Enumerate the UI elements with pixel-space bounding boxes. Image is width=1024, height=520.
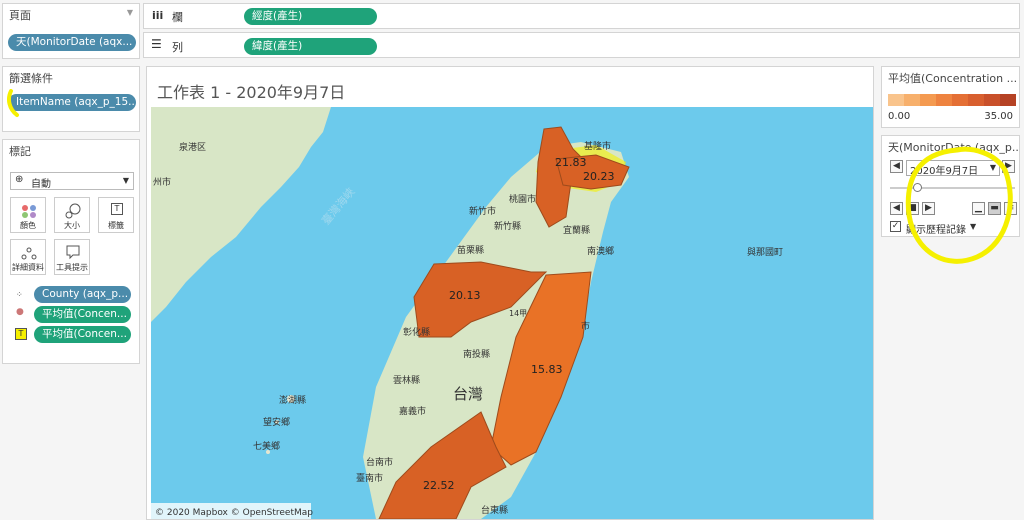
latitude-pill[interactable]: 緯度(產生)	[244, 38, 377, 55]
place-taoyuan: 桃園市	[509, 193, 536, 205]
place-hsinchu-county: 新竹縣	[494, 220, 521, 232]
color-field-icon: ●	[16, 307, 24, 317]
place-city: 市	[581, 320, 590, 332]
tooltip-button-label: 工具提示	[56, 263, 88, 272]
value-hualien: 15.83	[531, 363, 563, 376]
value-kaohsiung: 22.52	[423, 479, 455, 492]
label-button-label: 標籤	[108, 221, 124, 230]
detail-field-icon: ⁘	[16, 290, 23, 299]
filters-panel: 篩選條件 ItemName (aqx_p_15...	[2, 66, 140, 132]
detail-icon	[21, 247, 37, 260]
value-keelung: 20.23	[583, 170, 615, 183]
chevron-down-icon[interactable]: ▼	[127, 8, 133, 17]
color-button-label: 顏色	[20, 221, 36, 230]
map-attribution[interactable]: © 2020 Mapbox © OpenStreetMap	[155, 508, 313, 518]
marks-panel-title: 標記	[9, 145, 31, 158]
mark-type-dropdown[interactable]: ⊕ 自動 ▼	[10, 172, 134, 190]
columns-icon: iii	[152, 9, 164, 22]
place-taitung: 台東縣	[481, 504, 508, 516]
place-yilan: 宜蘭縣	[563, 224, 590, 236]
text-icon: T	[111, 203, 123, 215]
map-mark-icon: ⊕	[15, 174, 24, 185]
legend-max: 35.00	[984, 111, 1013, 122]
place-keelung: 基隆市	[584, 140, 611, 152]
rows-shelf-label: 列	[172, 41, 183, 54]
rows-shelf[interactable]: ☰ 列 緯度(產生)	[143, 32, 1020, 58]
tooltip-icon	[66, 245, 80, 260]
columns-shelf-label: 欄	[172, 11, 183, 24]
place-wangan: 望安鄉	[263, 416, 290, 428]
color-icon	[22, 205, 36, 218]
legend-title: 平均值(Concentration ...	[888, 72, 1018, 85]
rows-icon: ☰	[151, 37, 162, 51]
annotation-circle	[905, 146, 1013, 264]
value-newtaipei: 21.83	[555, 156, 587, 169]
worksheet: 工作表 1 - 2020年9月7日 台灣 臺灣海峽 基隆市 桃園市 新竹市 新竹…	[146, 66, 874, 520]
pages-panel: 頁面 ▼ 天(MonitorDate (aqx...	[2, 3, 140, 59]
concentration-color-pill[interactable]: 平均值(Concen...	[34, 306, 131, 323]
place-quangang: 泉港区	[179, 141, 206, 153]
place-zhou-city: 州市	[153, 176, 171, 188]
county-field-pill[interactable]: County (aqx_p...	[34, 286, 131, 303]
place-penghu: 澎湖縣	[279, 394, 306, 406]
place-chiayi: 嘉義市	[399, 405, 426, 417]
place-miaoli: 苗栗縣	[457, 245, 484, 256]
legend-panel: 平均值(Concentration ... 0.00 35.00	[881, 66, 1020, 128]
longitude-pill[interactable]: 經度(產生)	[244, 8, 377, 25]
legend-min: 0.00	[888, 111, 911, 122]
place-hsinchu-city: 新竹市	[469, 205, 496, 217]
value-taichung: 20.13	[449, 289, 481, 302]
place-tainan-city-2: 臺南市	[356, 472, 383, 484]
pages-panel-title: 頁面	[9, 9, 31, 22]
size-button-label: 大小	[64, 221, 80, 230]
filters-panel-title: 篩選條件	[9, 72, 53, 85]
place-qimei: 七美鄉	[253, 440, 280, 452]
place-yonaguni: 與那國町	[747, 246, 783, 258]
itemname-filter-pill[interactable]: ItemName (aqx_p_15...	[8, 94, 136, 111]
place-nanao: 南澳鄉	[587, 245, 614, 257]
road-14a: 14甲	[509, 309, 527, 318]
color-button[interactable]: 顏色	[10, 197, 46, 233]
place-tainan-city: 台南市	[366, 456, 393, 468]
highlight-scribble	[7, 89, 19, 117]
chevron-down-icon: ▼	[122, 176, 129, 185]
size-button[interactable]: 大小	[54, 197, 90, 233]
island-label: 台灣	[453, 385, 483, 403]
concentration-label-pill[interactable]: 平均值(Concen...	[34, 326, 131, 343]
columns-shelf[interactable]: iii 欄 經度(產生)	[143, 3, 1020, 29]
label-field-icon: T	[15, 328, 27, 340]
place-changhua: 彰化縣	[403, 326, 430, 338]
detail-button-label: 詳細資料	[12, 263, 44, 272]
color-ramp	[888, 94, 1017, 108]
place-nantou: 南投縣	[463, 348, 490, 360]
label-button[interactable]: T 標籤	[98, 197, 134, 233]
tooltip-button[interactable]: 工具提示	[54, 239, 90, 275]
place-yunlin: 雲林縣	[393, 374, 420, 386]
mark-type-label: 自動	[31, 179, 51, 190]
marks-panel: 標記 ⊕ 自動 ▼ 顏色 大小 T 標籤 詳細資料 工具提示 ⁘ County …	[2, 139, 140, 364]
worksheet-title: 工作表 1 - 2020年9月7日	[157, 83, 346, 102]
detail-button[interactable]: 詳細資料	[10, 239, 46, 275]
pages-date-pill[interactable]: 天(MonitorDate (aqx...	[8, 34, 136, 51]
size-icon	[65, 203, 81, 219]
map-view[interactable]: 台灣 臺灣海峽 基隆市 桃園市 新竹市 新竹縣 宜蘭縣 苗栗縣 南澳鄉 與那國町…	[151, 107, 873, 519]
